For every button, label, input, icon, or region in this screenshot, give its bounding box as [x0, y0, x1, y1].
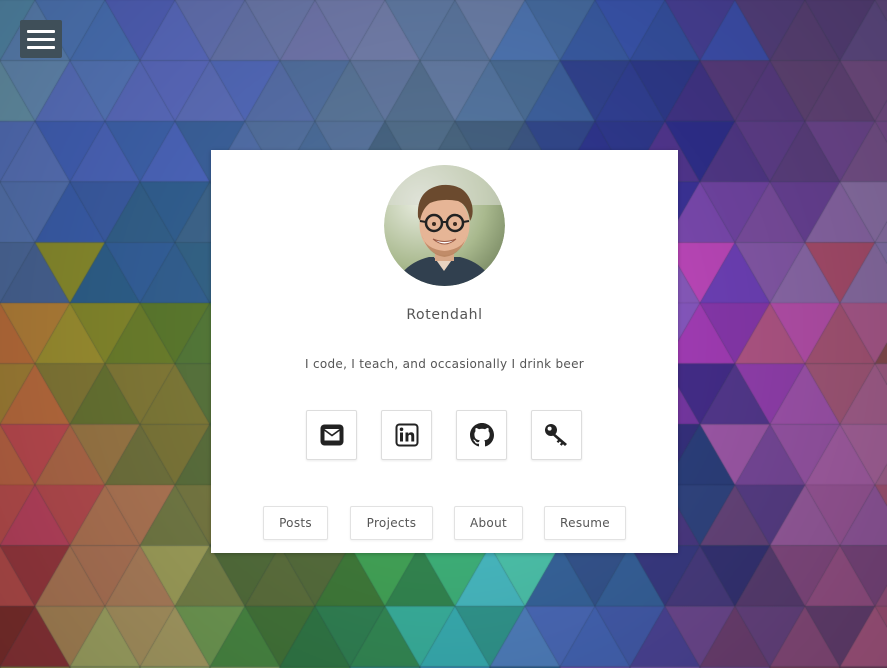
social-links: [306, 410, 583, 460]
hamburger-icon: [27, 29, 55, 33]
page-navigation: Posts Projects About Resume: [211, 506, 678, 540]
about-button[interactable]: About: [454, 506, 523, 540]
profile-card: Rotendahl I code, I teach, and occasiona…: [211, 150, 678, 553]
projects-button[interactable]: Projects: [350, 506, 433, 540]
hamburger-icon: [27, 37, 55, 41]
pgp-key-link[interactable]: [531, 410, 582, 460]
github-link[interactable]: [456, 410, 507, 460]
key-icon: [544, 424, 567, 446]
menu-button[interactable]: [20, 20, 62, 58]
linkedin-link[interactable]: [381, 410, 432, 460]
profile-tagline: I code, I teach, and occasionally I drin…: [304, 357, 585, 371]
avatar: [384, 165, 505, 286]
posts-button[interactable]: Posts: [263, 506, 328, 540]
email-link[interactable]: [306, 410, 357, 460]
profile-name: Rotendahl: [406, 307, 483, 323]
github-icon: [469, 423, 494, 447]
resume-button[interactable]: Resume: [544, 506, 626, 540]
linkedin-icon: [395, 423, 418, 447]
envelope-icon: [320, 424, 343, 446]
hamburger-icon: [27, 45, 55, 49]
